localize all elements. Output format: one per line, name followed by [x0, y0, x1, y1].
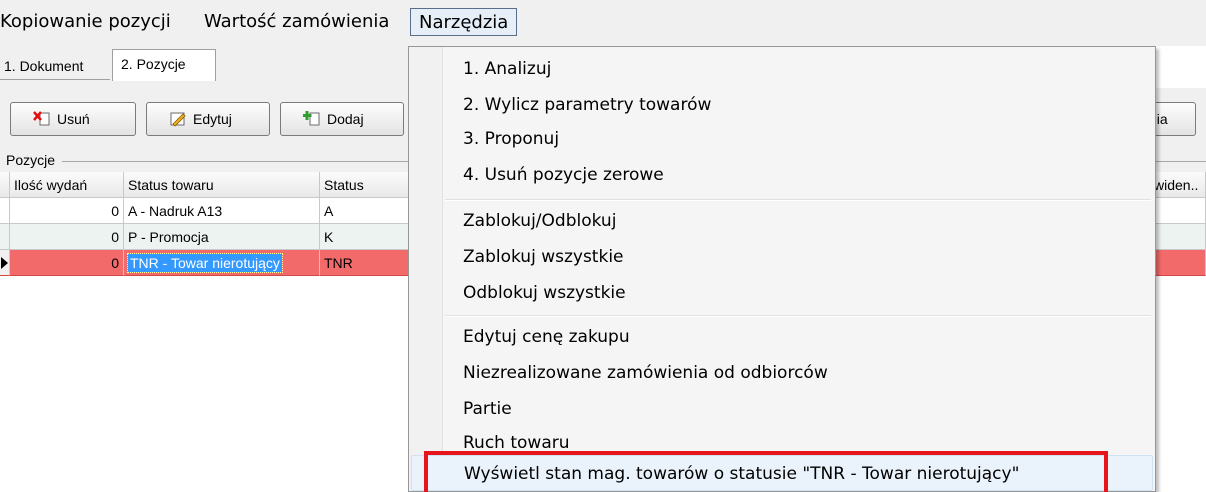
- positions-group-label: Pozycje: [6, 152, 56, 168]
- edit-icon: [169, 110, 187, 128]
- menu-item-proponuj[interactable]: 3. Proponuj: [411, 121, 1153, 157]
- menu-item-zablokuj-wszystkie[interactable]: Zablokuj wszystkie: [411, 239, 1153, 275]
- menu-item-usun-pozycje-zerowe[interactable]: 4. Usuń pozycje zerowe: [411, 157, 1153, 193]
- group-divider-right: [1150, 161, 1206, 162]
- row-indicator-header: [0, 172, 10, 198]
- menu-separator: [445, 199, 1151, 201]
- menu-narzedzia[interactable]: Narzędzia: [410, 8, 518, 36]
- cell-status-towaru[interactable]: P - Promocja: [124, 224, 320, 250]
- tab-pozycje[interactable]: 2. Pozycje: [112, 49, 216, 81]
- cell-status[interactable]: K: [320, 224, 410, 250]
- col-header-status[interactable]: Status: [320, 172, 410, 198]
- current-row-arrow-icon: [1, 257, 8, 269]
- menu-item-wylicz-parametry[interactable]: 2. Wylicz parametry towarów: [411, 87, 1153, 123]
- highlight-annotation-box: [424, 451, 1108, 492]
- edit-button[interactable]: Edytuj: [146, 102, 270, 136]
- add-icon: [303, 110, 321, 128]
- row-indicator: [0, 250, 10, 276]
- delete-icon: [33, 110, 51, 128]
- cell-status-towaru[interactable]: A - Nadruk A13: [124, 198, 320, 224]
- cell-ilosc-wydan[interactable]: 0: [10, 224, 124, 250]
- col-header-status-towaru[interactable]: Status towaru: [124, 172, 320, 198]
- group-divider: [62, 161, 408, 162]
- cell-extra[interactable]: [1150, 250, 1206, 276]
- cell-ilosc-wydan[interactable]: 0: [10, 198, 124, 224]
- menu-item-zablokuj-odblokuj[interactable]: Zablokuj/Odblokuj: [411, 203, 1153, 239]
- tab-strip: 1. Dokument 2. Pozycje: [0, 46, 410, 88]
- menu-bar: Kopiowanie pozycji Wartość zamówienia Na…: [0, 0, 1206, 46]
- row-indicator: [0, 224, 10, 250]
- menu-wartosc-zamowienia[interactable]: Wartość zamówienia: [204, 8, 389, 36]
- cell-status[interactable]: A: [320, 198, 410, 224]
- edit-button-label: Edytuj: [193, 111, 232, 127]
- cell-status-towaru[interactable]: TNR - Towar nierotujący: [124, 250, 320, 276]
- cell-status-towaru-selected-text: TNR - Towar nierotujący: [127, 253, 283, 273]
- cell-extra[interactable]: [1150, 224, 1206, 250]
- col-header-widen[interactable]: widen..: [1150, 172, 1206, 198]
- tab-dokument[interactable]: 1. Dokument: [0, 52, 110, 80]
- menu-item-niezrealizowane-zamowienia[interactable]: Niezrealizowane zamówienia od odbiorców: [411, 355, 1153, 391]
- menu-item-analizuj[interactable]: 1. Analizuj: [411, 51, 1153, 87]
- row-indicator: [0, 198, 10, 224]
- delete-button-label: Usuń: [57, 111, 90, 127]
- add-button[interactable]: Dodaj: [280, 102, 404, 136]
- delete-button[interactable]: Usuń: [10, 102, 136, 136]
- col-header-ilosc-wydan[interactable]: Ilość wydań: [10, 172, 124, 198]
- cell-extra[interactable]: [1150, 198, 1206, 224]
- add-button-label: Dodaj: [327, 111, 364, 127]
- cell-ilosc-wydan[interactable]: 0: [10, 250, 124, 276]
- narzedzia-dropdown-menu: 1. Analizuj 2. Wylicz parametry towarów …: [408, 46, 1156, 492]
- menu-item-edytuj-cene-zakupu[interactable]: Edytuj cenę zakupu: [411, 319, 1153, 355]
- menu-item-odblokuj-wszystkie[interactable]: Odblokuj wszystkie: [411, 275, 1153, 311]
- cell-status[interactable]: TNR: [320, 250, 410, 276]
- menu-kopiowanie-pozycji[interactable]: Kopiowanie pozycji: [0, 8, 171, 36]
- menu-item-partie[interactable]: Partie: [411, 391, 1153, 427]
- menu-separator: [445, 315, 1151, 317]
